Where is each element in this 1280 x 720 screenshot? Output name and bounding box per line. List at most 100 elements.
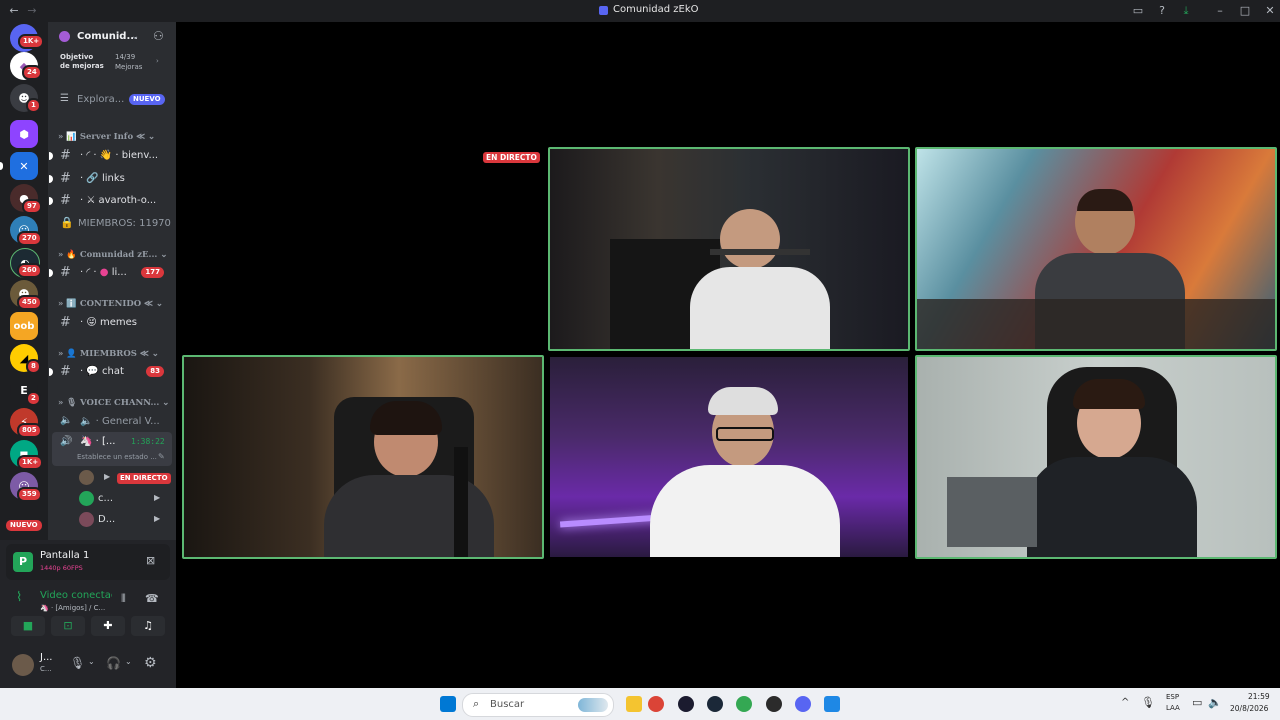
- voice-channel-general[interactable]: 🔈 🔈 · General V...: [48, 412, 176, 432]
- channel-li[interactable]: # · ◜ · ● li... 177: [48, 263, 176, 283]
- channel-chat[interactable]: # · 💬 chat 83: [48, 362, 176, 382]
- chrome-icon[interactable]: [648, 696, 664, 712]
- server-header[interactable]: Comunid... ⌄ ⚇: [48, 28, 176, 46]
- chevron-down-icon[interactable]: ⌄: [88, 657, 95, 666]
- server-badge: 8: [26, 359, 41, 374]
- language-indicator[interactable]: ESP: [1166, 693, 1179, 701]
- speaker-icon: 🔈: [60, 415, 73, 426]
- channel-name: memes: [99, 317, 137, 328]
- camera-button[interactable]: ■: [11, 616, 45, 636]
- camera-icon: ▶: [154, 493, 161, 502]
- windows-start-icon[interactable]: [440, 696, 456, 712]
- boost-count: 14/39: [115, 53, 136, 61]
- server-icon[interactable]: oob: [10, 312, 38, 340]
- settings-gear-icon[interactable]: ⚙: [144, 655, 157, 671]
- channel-name: avaroth-o...: [98, 195, 157, 206]
- video-tile[interactable]: [915, 355, 1277, 559]
- voice-user-row[interactable]: D... ▶: [48, 510, 176, 530]
- close-icon[interactable]: ✕: [1262, 3, 1278, 19]
- video-tile[interactable]: [548, 355, 910, 559]
- person-body: [650, 465, 840, 557]
- voice-user-row[interactable]: c... ▶: [48, 489, 176, 509]
- category-label: MIEMBROS: [79, 349, 137, 359]
- screenshare-button[interactable]: ⊡: [51, 616, 85, 636]
- unread-indicator: [49, 152, 53, 160]
- channel-avaroth[interactable]: # · ⚔ avaroth-o...: [48, 191, 176, 211]
- channel-links[interactable]: # · 🔗 links: [48, 169, 176, 189]
- chevron-down-icon[interactable]: ⌄: [125, 657, 132, 666]
- chrome-icon[interactable]: [736, 696, 752, 712]
- server-badge: 97: [22, 199, 42, 214]
- category-voice[interactable]: » 🎙 VOICE CHANN... ⌄: [58, 398, 169, 408]
- discord-icon[interactable]: [795, 696, 811, 712]
- image-viewer-icon[interactable]: [824, 696, 840, 712]
- video-tile[interactable]: [915, 147, 1277, 351]
- video-tile[interactable]: [548, 147, 910, 351]
- speaker-active-icon: 🔊: [60, 436, 73, 447]
- category-miembros[interactable]: » 👤 MIEMBROS ≪ ⌄: [58, 349, 159, 359]
- unread-indicator: [49, 175, 53, 183]
- app-icon[interactable]: [678, 696, 694, 712]
- channel-label: · ◜ · ● li...: [80, 267, 127, 278]
- stream-panel: P Pantalla 1 1440p 60FPS ⊠: [6, 544, 170, 580]
- network-icon[interactable]: ▭: [1192, 696, 1202, 709]
- server-badge: 260: [17, 263, 42, 278]
- lock-icon: 🔒: [60, 216, 74, 229]
- maximize-icon[interactable]: □: [1237, 3, 1253, 19]
- server-icon[interactable]: ⬢: [10, 120, 38, 148]
- clock-time[interactable]: 21:59: [1248, 692, 1270, 701]
- category-server-info[interactable]: » 📊 Server Info ≪ ⌄: [58, 132, 155, 142]
- disconnect-icon[interactable]: ☎: [145, 592, 159, 605]
- channel-label: 🔈 · General V...: [80, 416, 160, 427]
- video-tile[interactable]: [182, 355, 544, 559]
- category-contenido[interactable]: » ℹ️ CONTENIDO ≪ ⌄: [58, 299, 163, 309]
- inbox-icon[interactable]: ▭: [1130, 3, 1146, 19]
- channel-bienvenida[interactable]: # · ◜ · 👋 · bienv...: [48, 146, 176, 166]
- activities-button[interactable]: ✚: [91, 616, 125, 636]
- new-servers-badge[interactable]: NUEVO: [4, 518, 44, 533]
- noise-suppression-icon[interactable]: ⦀: [121, 592, 126, 606]
- taskbar-search[interactable]: ⌕ Buscar: [462, 693, 614, 717]
- studio-desk: [947, 477, 1037, 547]
- hash-icon: #: [60, 171, 71, 186]
- user-status: C...: [40, 665, 52, 673]
- download-icon[interactable]: ⤓: [1178, 3, 1194, 19]
- forward-arrow-icon[interactable]: →: [24, 3, 40, 19]
- file-explorer-icon[interactable]: [626, 696, 642, 712]
- status-placeholder[interactable]: Establece un estado ...: [77, 453, 157, 461]
- search-placeholder: Buscar: [490, 699, 525, 710]
- list-icon: ☰: [60, 93, 69, 104]
- volume-icon[interactable]: 🔈: [1208, 696, 1222, 709]
- back-arrow-icon[interactable]: ←: [6, 3, 22, 19]
- soundboard-button[interactable]: ♫: [131, 616, 165, 636]
- chevron-up-icon[interactable]: ^: [1121, 697, 1129, 708]
- person-hair: [708, 387, 778, 415]
- hash-icon: #: [60, 265, 71, 280]
- pencil-icon: ✎: [158, 452, 165, 461]
- boost-goal[interactable]: Objetivo de mejoras 14/39 Mejoras ›: [48, 50, 176, 76]
- channel-name: li...: [111, 267, 127, 278]
- microphone-icon[interactable]: 🎙: [70, 656, 85, 670]
- voice-user-row[interactable]: ▶ EN DIRECTO: [48, 468, 176, 488]
- stop-stream-icon[interactable]: ⊠: [146, 554, 155, 567]
- microphone-icon[interactable]: 🎙: [1141, 696, 1155, 709]
- server-badge-icon: [59, 31, 70, 42]
- minimize-icon[interactable]: –: [1212, 3, 1228, 19]
- voice-controls: ■ ⊡ ✚ ♫: [8, 614, 168, 638]
- channel-memes[interactable]: # · 😜 memes: [48, 313, 176, 333]
- obs-icon[interactable]: [766, 696, 782, 712]
- voice-channel-line: 🦄 · [Amigos] / C...: [40, 604, 106, 612]
- help-icon[interactable]: ?: [1154, 3, 1170, 19]
- category-comunidad[interactable]: » 🔥 Comunidad zE... ⌄: [58, 250, 167, 260]
- channel-name: chat: [102, 366, 124, 377]
- server-icon[interactable]: ✕: [10, 152, 38, 180]
- steam-icon[interactable]: [707, 696, 723, 712]
- voice-channel-active[interactable]: 🔊 🦄 · [... 1:38:22 Establece un estado .…: [52, 432, 172, 466]
- explore-row[interactable]: ☰ Explora... NUEVO: [48, 90, 176, 110]
- user-avatar[interactable]: [12, 654, 34, 676]
- invite-people-icon[interactable]: ⚇: [153, 29, 164, 43]
- signal-icon[interactable]: ⌇: [16, 590, 22, 605]
- members-count-channel[interactable]: 🔒 MIEMBROS: 11970: [48, 214, 176, 234]
- stream-logo-icon: P: [13, 552, 33, 572]
- headphones-icon[interactable]: 🎧: [106, 656, 121, 670]
